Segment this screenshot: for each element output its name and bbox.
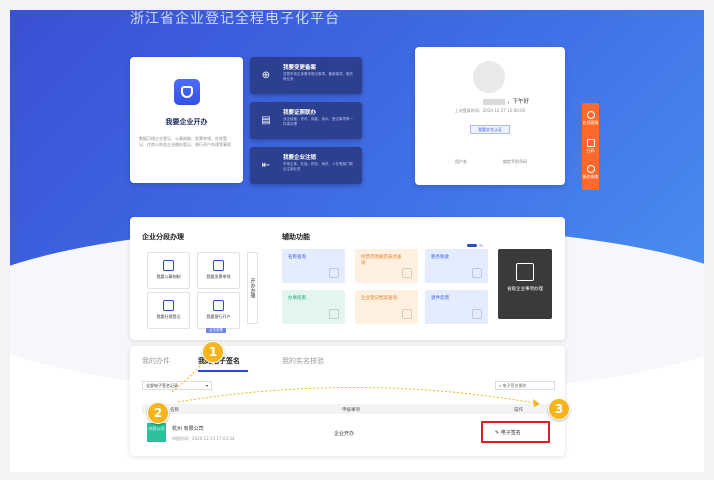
company-name: 杭州 有限公司 [172, 426, 204, 432]
aux-archive-query[interactable]: 企业登记档案查询 [355, 290, 418, 324]
license-joint-card[interactable]: ▤ 我要证照联办 涉企经营、许可、用能、用水、登记事项等一件事办理 [250, 102, 362, 139]
tile-label: 我要社保登记 [156, 314, 181, 319]
online-service-tool[interactable]: 在线客服 [582, 111, 599, 125]
aux-label: 办事指南 [288, 296, 306, 301]
e-signature-button[interactable]: ✎ 电子签名 [495, 429, 521, 436]
tile-badge: 点击查看 [206, 328, 226, 333]
aux-scope-query[interactable]: 经营范围规范表述查询 [355, 249, 418, 283]
license-joint-desc: 涉企经营、许可、用能、用水、登记事项等一件事办理 [283, 117, 353, 126]
aux-guide[interactable]: 办事指南 [282, 290, 345, 324]
select-value: 全部电子签名记录 [146, 383, 178, 388]
qr-tool[interactable]: 扫码 [582, 139, 599, 153]
play-icon [586, 165, 595, 173]
start-business-vertical[interactable]: 开办办理 [247, 252, 258, 324]
social-security-icon [163, 300, 174, 311]
guide-tool[interactable]: 操作指南 [582, 165, 599, 179]
deregister-desc: 市场主体、社保、税务、海关、人社等部门联合注销业务 [283, 162, 353, 171]
site-title: 浙江省企业登记全程电子化平台 [130, 11, 340, 27]
signature-search[interactable]: ⌕ 电子签名操作 [495, 381, 555, 390]
username-link[interactable]: 用户名 [455, 159, 467, 165]
aux-tax[interactable]: 税务税收 [425, 249, 488, 283]
change-icon: ⊕ [261, 69, 271, 81]
invoice-icon [213, 260, 224, 271]
start-business-title: 我要企业开办 [165, 118, 208, 126]
aux-label: 名称查询 [288, 255, 306, 260]
list-icon [402, 268, 412, 278]
seal-tile[interactable]: 我要公章刻制 [147, 252, 190, 289]
aux-section-title: 辅助功能 [282, 233, 310, 241]
qr-code-icon [586, 139, 595, 147]
deregister-card[interactable]: ⇤ 我要企业注销 市场主体、社保、税务、海关、人社等部门联合注销业务 [250, 147, 362, 184]
start-business-card[interactable]: 我要企业开办 数据可线企业登记、公章刻制、发票申领、社保登记、住房公积金企业缴存… [130, 57, 243, 183]
change-filing-card[interactable]: ⊕ 我要变更备案 变更市场主体基本登记事项、备案事项、委托等业务 [250, 57, 362, 94]
aux-label: 经营范围规范表述查询 [361, 255, 402, 266]
step-marker-2: 2 [147, 402, 169, 424]
archive-icon [402, 309, 412, 319]
tile-label: 我要银行开户 [206, 314, 231, 319]
chat-icon [586, 111, 595, 119]
bank-account-tile[interactable]: 我要银行开户 点击查看 [197, 292, 240, 333]
shield-icon [173, 79, 200, 105]
license-joint-title: 我要证照联办 [283, 110, 317, 116]
aux-name-query[interactable]: 名称查询 [282, 249, 345, 283]
document-icon: ▤ [261, 114, 271, 126]
filing-matter: 企业开办 [334, 431, 355, 437]
bind-phone-link[interactable]: 绑定手机号码 [503, 159, 527, 165]
tile-label: 我要公章刻制 [156, 274, 181, 279]
side-toolbar: 在线客服 扫码 操作指南 [582, 103, 599, 190]
tool-label: 扫码 [586, 148, 595, 153]
aux-label: 企业登记档案查询 [361, 296, 397, 301]
username-blur [483, 98, 505, 105]
aux-return-feedback[interactable]: 退件反馈 [425, 290, 488, 324]
signature-filter-select[interactable]: 全部电子签名记录 ▾ [142, 381, 212, 390]
invoice-tile[interactable]: 我要发票申领 [197, 252, 240, 289]
col-name: 名称 [170, 408, 179, 413]
start-business-desc: 数据可线企业登记、公章刻制、发票申领、社保登记、住房公积金企业缴存登记、银行开户… [139, 136, 231, 147]
chevron-down-icon: ▾ [205, 383, 208, 388]
company-type-logo: 内资公司 [147, 423, 166, 442]
logout-icon: ⇤ [261, 159, 271, 171]
last-login: 上次登录时间：2020-12-27 15:40:00 [454, 108, 526, 113]
provincial-matters-tile[interactable]: 省级企业事项办理 [498, 249, 552, 319]
big-tile-label: 省级企业事项办理 [507, 287, 543, 292]
col-matter: 申报事项 [342, 408, 360, 413]
step-marker-3: 3 [548, 398, 570, 420]
bank-icon [213, 300, 224, 311]
tab-my-cases[interactable]: 我的办件 [142, 356, 170, 366]
seal-icon [163, 260, 174, 271]
avatar[interactable] [473, 61, 505, 93]
change-filing-title: 我要变更备案 [283, 65, 317, 71]
search-icon [329, 268, 339, 278]
verify-button[interactable]: 我要实名认证 [470, 125, 510, 134]
change-filing-desc: 变更市场主体基本登记事项、备案事项、委托等业务 [283, 72, 353, 81]
e-signature-label: 电子签名 [500, 430, 521, 436]
tab-real-name-verify[interactable]: 我的实名核验 [282, 356, 324, 366]
stage-section-title: 企业分段办理 [142, 233, 184, 241]
tool-label: 在线客服 [582, 120, 599, 125]
tile-label: 我要发票申领 [206, 274, 231, 279]
greeting: ，下午好 [483, 97, 529, 105]
greeting-text: ，下午好 [507, 99, 530, 105]
checklist-icon [516, 263, 534, 281]
filing-date: 申报时间：2020-12-13 17:03:34 [172, 436, 235, 441]
tool-label: 操作指南 [582, 174, 599, 179]
active-tab-indicator [198, 370, 248, 372]
search-label: 电子签名操作 [502, 383, 527, 388]
guide-icon [329, 309, 339, 319]
deregister-title: 我要企业注销 [283, 155, 317, 161]
social-security-tile[interactable]: 我要社保登记 [147, 292, 190, 329]
aux-label: 退件反馈 [431, 296, 449, 301]
aux-label: 税务税收 [431, 255, 449, 260]
feedback-icon [472, 309, 482, 319]
user-card: ，下午好 上次登录时间：2020-12-27 15:40:00 我要实名认证 用… [415, 47, 565, 185]
tax-icon [472, 268, 482, 278]
col-action: 操作 [514, 408, 523, 413]
step-marker-1: 1 [202, 341, 224, 363]
